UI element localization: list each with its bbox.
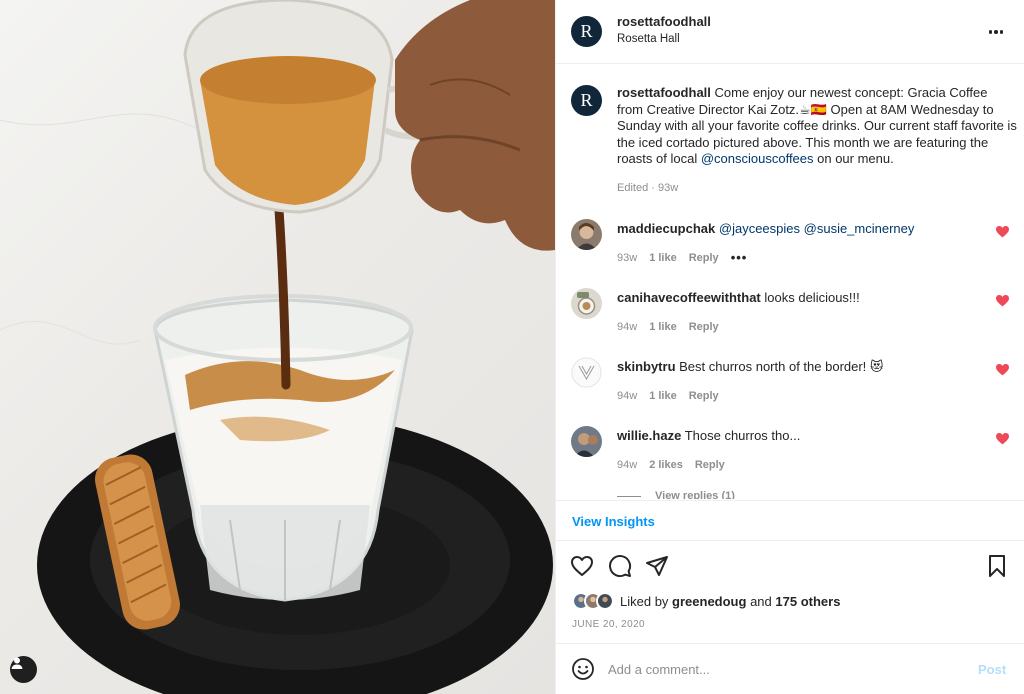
liked-by-connector: and — [750, 593, 772, 609]
caption-text: rosettafoodhall Come enjoy our newest co… — [617, 85, 1017, 168]
commenter-avatar[interactable] — [571, 219, 602, 250]
comment-mention[interactable]: @jayceespies — [719, 221, 800, 236]
liked-by-user[interactable]: greenedoug — [672, 594, 746, 609]
comment-item: canihavecoffeewiththat looks delicious!!… — [571, 288, 1016, 348]
iced-cortado-photo — [0, 0, 555, 694]
comment-item: willie.haze Those churros tho... 94w 2 l… — [571, 426, 1016, 486]
caption-emojis: ☕🇪🇸 — [799, 101, 827, 117]
post-location[interactable]: Rosetta Hall — [617, 33, 680, 45]
heart-filled-icon[interactable] — [996, 364, 1009, 376]
caption-meta: Edited · 93w — [617, 182, 679, 194]
insights-bar: View Insights — [556, 500, 1024, 541]
comments-scroll-area[interactable]: R rosettafoodhall Come enjoy our newest … — [556, 65, 1024, 499]
caption-username[interactable]: rosettafoodhall — [617, 85, 711, 100]
view-replies-button[interactable]: View replies (1) — [617, 490, 735, 499]
heart-outline-icon[interactable] — [570, 554, 594, 578]
heart-filled-icon[interactable] — [996, 433, 1009, 445]
heart-filled-icon[interactable] — [996, 295, 1009, 307]
user-tag-button[interactable] — [10, 656, 37, 683]
avatar-letter: R — [580, 21, 593, 41]
comment-text: willie.haze Those churros tho... — [617, 428, 977, 444]
comment-time[interactable]: 94w — [617, 321, 637, 333]
comment-like-count[interactable]: 1 like — [649, 321, 677, 333]
comment-body: Those churros tho... — [684, 428, 801, 443]
comment-reply-button[interactable]: Reply — [689, 321, 719, 333]
comment-meta: 94w 2 likes Reply — [617, 459, 725, 471]
more-dot — [994, 30, 998, 34]
comment-options-button[interactable]: ••• — [731, 251, 748, 264]
comment-meta: 93w 1 like Reply ••• — [617, 251, 748, 264]
heart-filled-icon[interactable] — [996, 226, 1009, 238]
comment-body: looks delicious!!! — [764, 290, 860, 305]
comment-text: skinbytru Best churros north of the bord… — [617, 359, 977, 375]
liker-avatar[interactable] — [596, 592, 614, 610]
view-insights-link[interactable]: View Insights — [572, 514, 655, 529]
caption-body-3: on our menu. — [813, 151, 894, 166]
account-avatar[interactable]: R — [571, 16, 602, 47]
more-horizontal-icon — [988, 30, 993, 34]
comment-username[interactable]: skinbytru — [617, 359, 676, 374]
paper-plane-icon[interactable] — [645, 554, 669, 578]
commenter-avatar[interactable] — [571, 288, 602, 319]
liked-by-others[interactable]: 175 others — [775, 594, 840, 609]
comment-item: maddiecupchak @jayceespies @susie_mciner… — [571, 219, 1016, 279]
view-replies-label: View replies (1) — [655, 490, 735, 499]
comment-like-count[interactable]: 1 like — [649, 390, 677, 402]
avatar-letter: R — [580, 90, 593, 110]
post-date[interactable]: JUNE 20, 2020 — [572, 619, 645, 630]
comment-username[interactable]: canihavecoffeewiththat — [617, 290, 761, 305]
comment-time[interactable]: 94w — [617, 390, 637, 402]
post-details-panel: R rosettafoodhall Rosetta Hall R rosetta… — [555, 0, 1024, 694]
comment-time[interactable]: 94w — [617, 459, 637, 471]
comment-like-count[interactable]: 2 likes — [649, 459, 683, 471]
post-comment-button[interactable]: Post — [978, 662, 1006, 677]
comment-like-count[interactable]: 1 like — [649, 252, 677, 264]
comment-meta: 94w 1 like Reply — [617, 321, 719, 333]
comment-reply-button[interactable]: Reply — [689, 252, 719, 264]
replies-divider — [617, 495, 641, 497]
comment-username[interactable]: willie.haze — [617, 428, 681, 443]
comment-text: maddiecupchak @jayceespies @susie_mciner… — [617, 221, 977, 237]
liked-by-prefix: Liked by — [620, 593, 669, 609]
comment-reply-button[interactable]: Reply — [689, 390, 719, 402]
liked-by-row: Liked by greenedoug and 175 others — [572, 590, 840, 612]
user-tag-icon — [11, 657, 23, 669]
comment-bubble-icon[interactable] — [608, 554, 632, 578]
commenter-avatar[interactable] — [571, 357, 602, 388]
commenter-avatar[interactable] — [571, 426, 602, 457]
liked-by-text: Liked by greenedoug and 175 others — [620, 594, 840, 609]
smiley-face-icon[interactable] — [571, 657, 595, 681]
post-header: R rosettafoodhall Rosetta Hall — [556, 0, 1024, 64]
comment-item: skinbytru Best churros north of the bord… — [571, 357, 1016, 417]
post-photo[interactable] — [0, 0, 555, 694]
account-username[interactable]: rosettafoodhall — [617, 14, 711, 29]
more-options-button[interactable] — [986, 22, 1006, 42]
post-actions — [556, 548, 1024, 584]
caption-avatar[interactable]: R — [571, 85, 602, 116]
comment-input[interactable] — [608, 656, 968, 682]
comment-reply-button[interactable]: Reply — [695, 459, 725, 471]
add-comment-bar: Post — [556, 643, 1024, 694]
bookmark-icon[interactable] — [985, 554, 1009, 578]
comment-text: canihavecoffeewiththat looks delicious!!… — [617, 290, 977, 306]
caption-mention[interactable]: @consciouscoffees — [701, 151, 814, 166]
comment-username[interactable]: maddiecupchak — [617, 221, 715, 236]
comment-body: Best churros north of the border! 😻 — [679, 359, 884, 374]
comment-meta: 94w 1 like Reply — [617, 390, 719, 402]
comment-mention[interactable]: @susie_mcinerney — [804, 221, 915, 236]
more-dot — [999, 30, 1004, 34]
comment-time[interactable]: 93w — [617, 252, 637, 264]
